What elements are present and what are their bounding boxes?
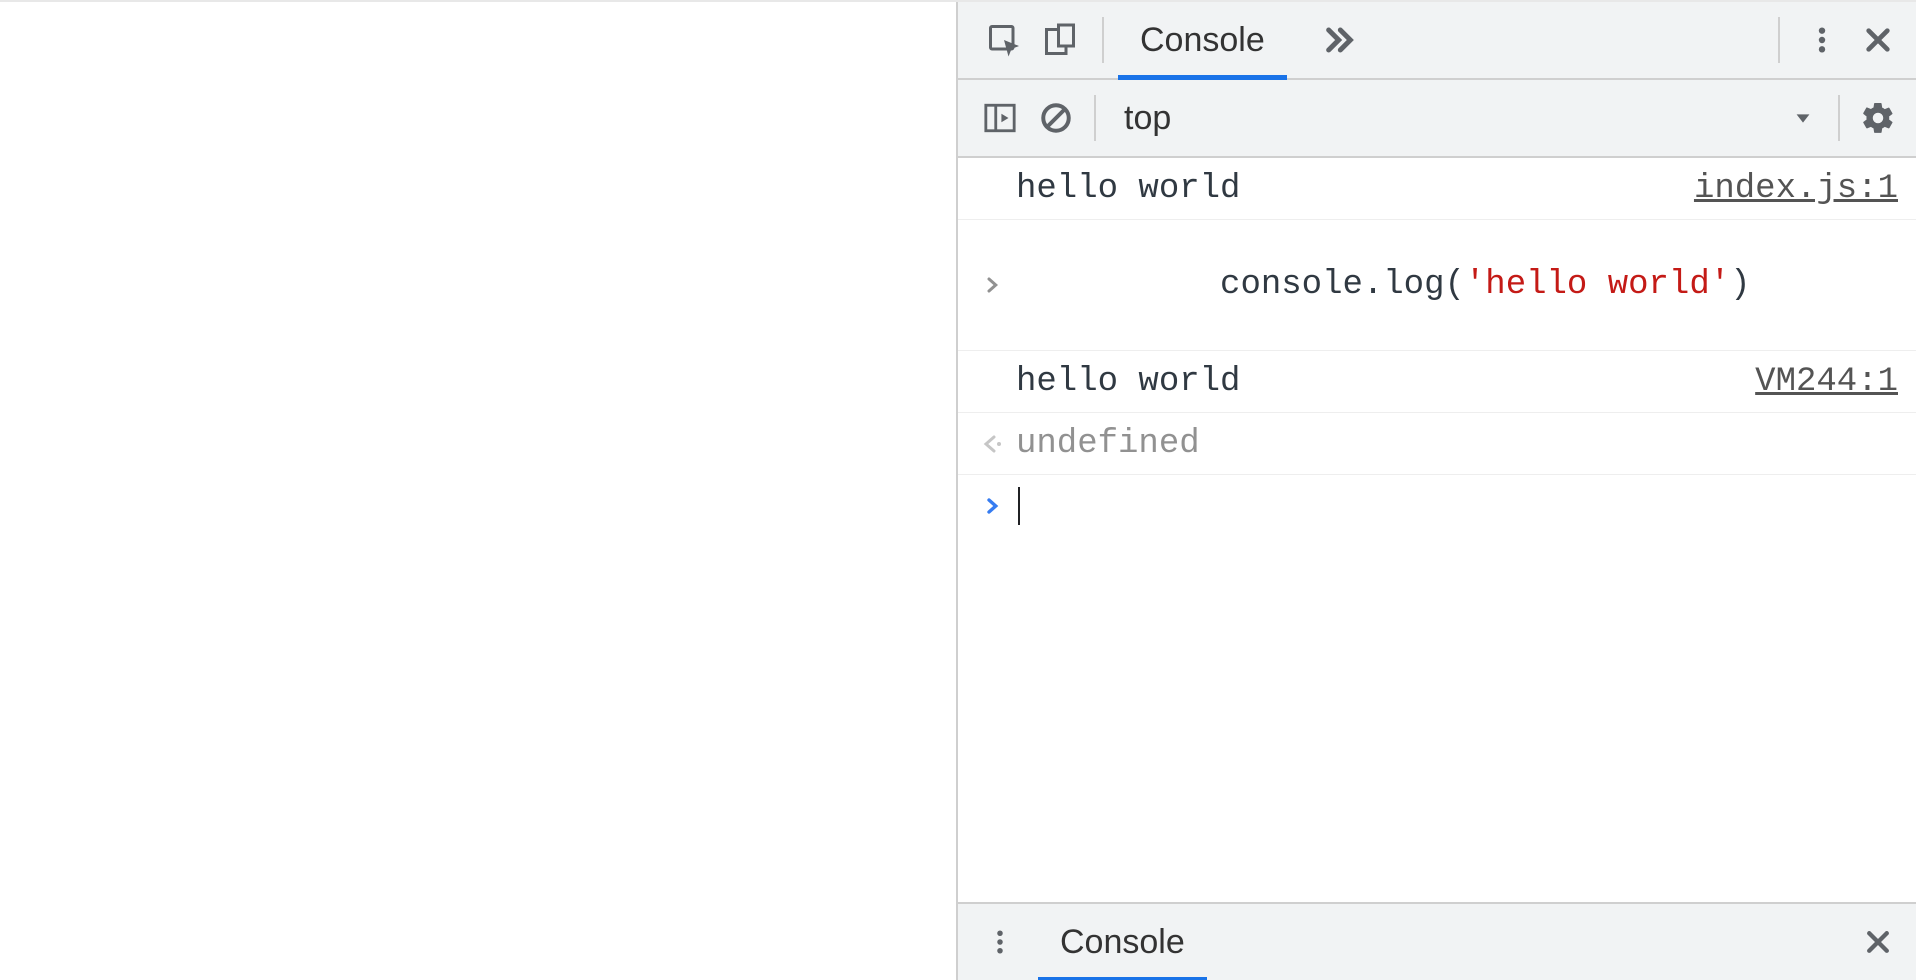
more-tabs-icon[interactable] — [1317, 20, 1357, 60]
input-code: console.log('hello world') — [1016, 228, 1898, 342]
drawer-tab-label: Console — [1060, 923, 1185, 962]
caret-down-icon — [1792, 107, 1814, 129]
drawer-kebab-icon[interactable] — [972, 914, 1028, 970]
divider — [1778, 17, 1780, 63]
text-cursor — [1018, 487, 1020, 525]
devtools-tabbar: Console — [958, 2, 1916, 80]
console-settings-icon[interactable] — [1850, 90, 1906, 146]
code-call-end: ) — [1730, 266, 1750, 304]
console-log-row: hello world index.js:1 — [958, 158, 1916, 220]
close-devtools-icon[interactable] — [1850, 12, 1906, 68]
viewport-pane — [0, 2, 956, 980]
kebab-menu-icon[interactable] — [1794, 12, 1850, 68]
console-output[interactable]: hello world index.js:1 console.log('hell… — [958, 158, 1916, 902]
inspect-element-icon[interactable] — [976, 12, 1032, 68]
drawer-tab-console[interactable]: Console — [1038, 904, 1207, 980]
divider — [1838, 95, 1840, 141]
drawer-bar: Console — [958, 902, 1916, 980]
divider — [1102, 17, 1104, 63]
source-link[interactable]: VM244:1 — [1755, 363, 1898, 401]
sidebar-toggle-icon[interactable] — [972, 90, 1028, 146]
context-selector-label: top — [1124, 99, 1171, 138]
code-call: console.log( — [1220, 266, 1465, 304]
input-caret-icon — [968, 272, 1016, 298]
devtools-panel: Console — [956, 2, 1916, 980]
tab-console-label: Console — [1140, 21, 1265, 60]
console-prompt[interactable] — [958, 475, 1916, 537]
context-selector[interactable]: top — [1106, 99, 1828, 138]
return-value: undefined — [1016, 425, 1898, 463]
tab-underline — [1118, 75, 1287, 80]
code-string: 'hello world' — [1465, 266, 1730, 304]
return-caret-icon — [968, 432, 1016, 456]
close-drawer-icon[interactable] — [1850, 914, 1906, 970]
divider — [1094, 95, 1096, 141]
console-return-row: undefined — [958, 413, 1916, 475]
log-message: hello world — [1016, 170, 1694, 208]
console-log-row: hello world VM244:1 — [958, 351, 1916, 413]
prompt-caret-icon — [968, 493, 1016, 519]
source-link[interactable]: index.js:1 — [1694, 170, 1898, 208]
console-input-row: console.log('hello world') — [958, 220, 1916, 351]
device-toolbar-icon[interactable] — [1032, 12, 1088, 68]
tab-console[interactable]: Console — [1118, 2, 1287, 78]
log-message: hello world — [1016, 363, 1755, 401]
console-toolbar: top — [958, 80, 1916, 158]
clear-console-icon[interactable] — [1028, 90, 1084, 146]
